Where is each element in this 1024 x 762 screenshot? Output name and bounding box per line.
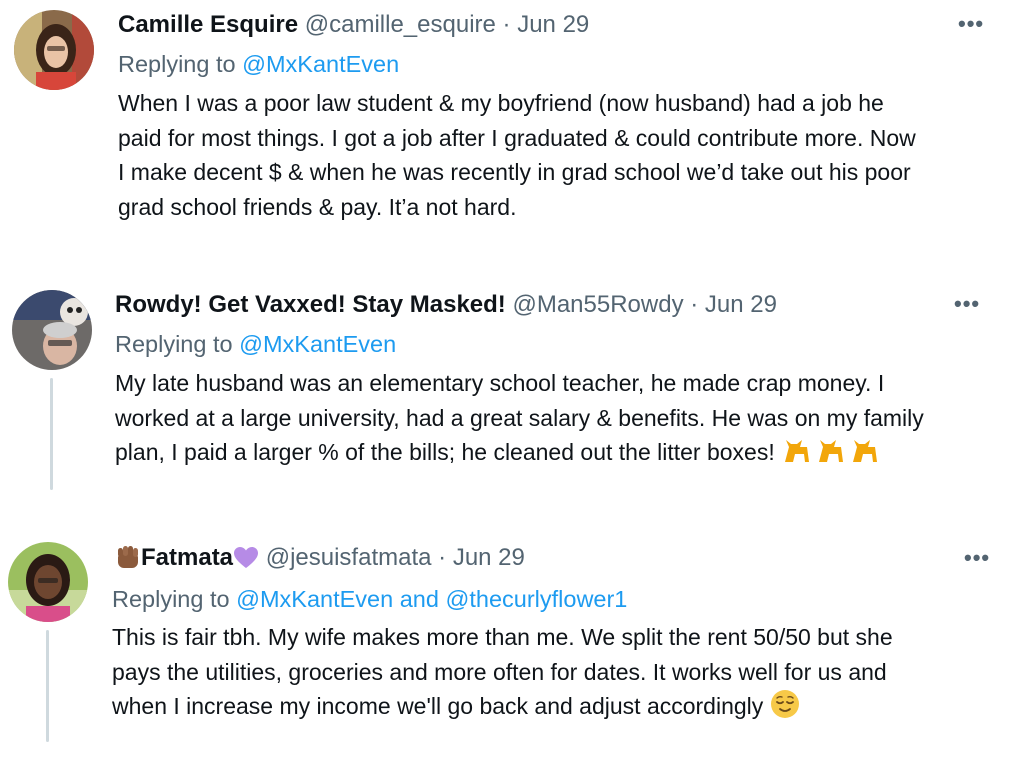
avatar-photo-icon (8, 542, 88, 622)
replying-mention[interactable]: @MxKantEven (236, 586, 393, 612)
thread-line (50, 378, 53, 490)
tweet-text: This is fair tbh. My wife makes more tha… (112, 620, 1012, 729)
author-handle[interactable]: @Man55Rowdy (512, 291, 683, 318)
author-name[interactable]: Fatmata (141, 544, 233, 571)
thread-line (46, 630, 49, 742)
replying-mention[interactable]: @MxKantEven (242, 51, 399, 77)
tweet-date[interactable]: Jun 29 (517, 11, 589, 38)
relieved-face-emoji-icon (770, 689, 800, 729)
author-handle[interactable]: @jesuisfatmata (266, 544, 432, 571)
replying-to: Replying to @MxKantEven (115, 329, 396, 359)
avatar-photo-icon (14, 10, 94, 90)
more-dots-icon[interactable]: ••• (964, 547, 990, 569)
tweet-header: Camille Esquire @camille_esquire · Jun 2… (118, 10, 589, 40)
avatar[interactable] (8, 542, 88, 622)
replying-prefix: Replying to (112, 586, 230, 612)
avatar[interactable] (14, 10, 94, 90)
tweet-date[interactable]: Jun 29 (705, 291, 777, 318)
more-dots-icon[interactable]: ••• (958, 13, 984, 35)
separator: · (502, 11, 511, 38)
cat-emoji-icon (781, 435, 881, 475)
more-dots-icon[interactable]: ••• (954, 293, 980, 315)
tweet-header: Rowdy! Get Vaxxed! Stay Masked! @Man55Ro… (115, 290, 777, 320)
tweet-text: When I was a poor law student & my boyfr… (118, 90, 916, 220)
replying-prefix: Replying to (118, 51, 236, 77)
avatar-photo-icon (12, 290, 92, 370)
raised-fist-emoji-icon (115, 544, 141, 578)
separator: · (690, 291, 699, 318)
replying-to: Replying to @MxKantEven (118, 49, 399, 79)
tweet-date[interactable]: Jun 29 (453, 544, 525, 571)
tweet-text: My late husband was an elementary school… (115, 366, 1015, 475)
tweet-header: Fatmata @jesuisfatmata · Jun 29 (115, 543, 525, 578)
separator: · (438, 544, 447, 571)
replying-joiner: and (399, 586, 439, 612)
replying-prefix: Replying to (115, 331, 233, 357)
replying-to: Replying to @MxKantEven and @thecurlyflo… (112, 584, 627, 614)
author-name[interactable]: Camille Esquire (118, 11, 298, 38)
replying-mention[interactable]: @MxKantEven (239, 331, 396, 357)
replying-mention-2[interactable]: @thecurlyflower1 (445, 586, 627, 612)
author-handle[interactable]: @camille_esquire (305, 11, 496, 38)
author-name[interactable]: Rowdy! Get Vaxxed! Stay Masked! (115, 291, 506, 318)
avatar[interactable] (12, 290, 92, 370)
purple-heart-emoji-icon (233, 546, 259, 578)
